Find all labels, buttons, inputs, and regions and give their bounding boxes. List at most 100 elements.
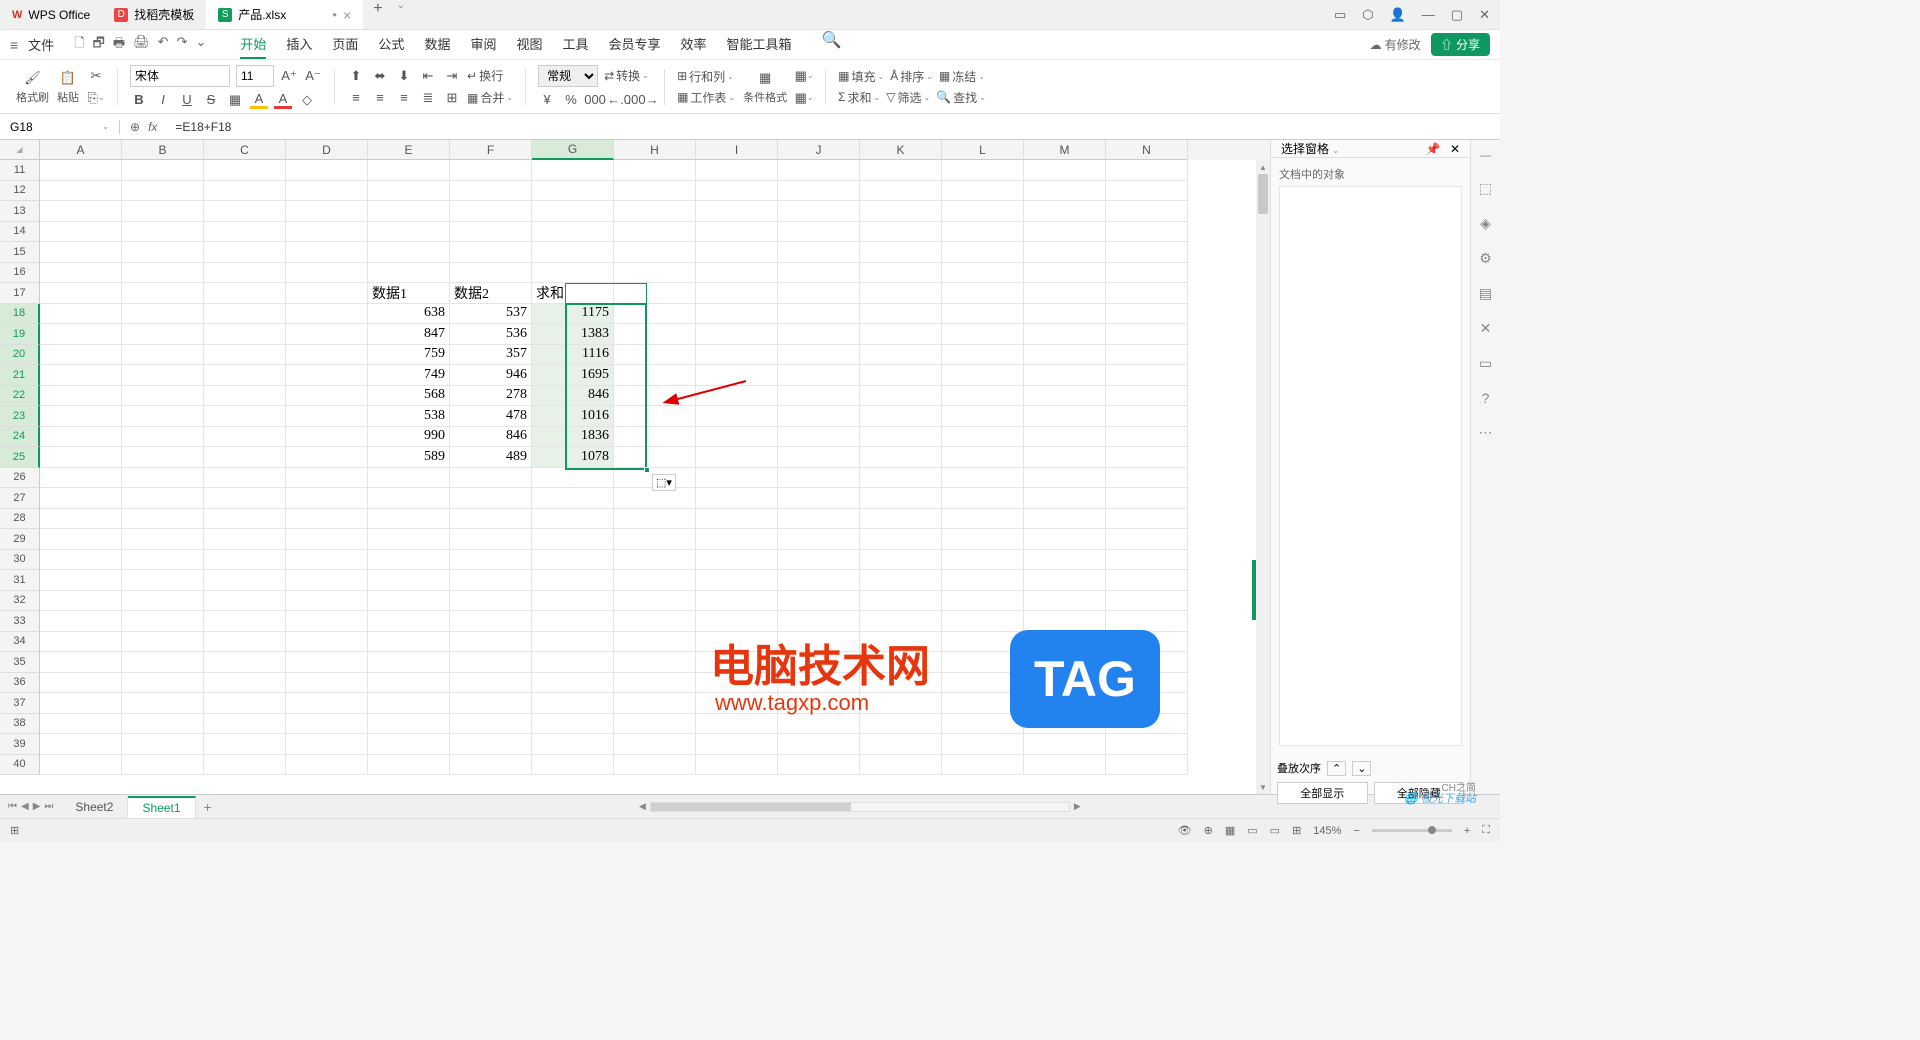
cell-G38[interactable] xyxy=(532,714,614,735)
filter-button[interactable]: ▽ 筛选⌄ xyxy=(886,89,930,106)
cell-F14[interactable] xyxy=(450,222,532,243)
cell-D29[interactable] xyxy=(286,529,368,550)
cell-E23[interactable]: 538 xyxy=(368,406,450,427)
italic-icon[interactable]: I xyxy=(154,91,172,109)
cell-G27[interactable] xyxy=(532,488,614,509)
title-tab-document[interactable]: S 产品.xlsx ● × xyxy=(206,0,363,29)
fill-options-button[interactable]: ⬚▾ xyxy=(652,474,676,491)
cell-A30[interactable] xyxy=(40,550,122,571)
cell-E30[interactable] xyxy=(368,550,450,571)
cell-G18[interactable]: 1175 xyxy=(532,304,614,325)
cell-M29[interactable] xyxy=(1024,529,1106,550)
cell-A18[interactable] xyxy=(40,304,122,325)
cell-A33[interactable] xyxy=(40,611,122,632)
cell-D23[interactable] xyxy=(286,406,368,427)
cell-D13[interactable] xyxy=(286,201,368,222)
package-icon[interactable]: ⬡ xyxy=(1362,7,1373,23)
cell-C16[interactable] xyxy=(204,263,286,284)
cell-G14[interactable] xyxy=(532,222,614,243)
tab-page[interactable]: 页面 xyxy=(332,30,358,59)
row-header-17[interactable]: 17 xyxy=(0,283,40,304)
cell-E32[interactable] xyxy=(368,591,450,612)
view-page-icon[interactable]: ▭ xyxy=(1247,824,1257,837)
cell-L23[interactable] xyxy=(942,406,1024,427)
row-header-33[interactable]: 33 xyxy=(0,611,40,632)
cell-B28[interactable] xyxy=(122,509,204,530)
cell-G36[interactable] xyxy=(532,673,614,694)
cell-A26[interactable] xyxy=(40,468,122,489)
column-header-N[interactable]: N xyxy=(1106,140,1188,160)
cell-F29[interactable] xyxy=(450,529,532,550)
view-full-icon[interactable]: ⊞ xyxy=(1292,824,1301,837)
cell-K33[interactable] xyxy=(860,611,942,632)
cell-K39[interactable] xyxy=(860,734,942,755)
cell-F24[interactable]: 846 xyxy=(450,427,532,448)
cell-E14[interactable] xyxy=(368,222,450,243)
status-mode-icon[interactable]: ⊞ xyxy=(10,824,19,837)
cell-I12[interactable] xyxy=(696,181,778,202)
close-window-icon[interactable]: ✕ xyxy=(1479,7,1490,23)
cell-L22[interactable] xyxy=(942,386,1024,407)
cell-F32[interactable] xyxy=(450,591,532,612)
cell-K21[interactable] xyxy=(860,365,942,386)
move-down-icon[interactable]: ⌄ xyxy=(1352,761,1371,776)
cell-N27[interactable] xyxy=(1106,488,1188,509)
table-style-icon[interactable]: ▦⌄ xyxy=(795,67,813,85)
cell-N22[interactable] xyxy=(1106,386,1188,407)
cell-F33[interactable] xyxy=(450,611,532,632)
cell-D11[interactable] xyxy=(286,160,368,181)
zoom-thumb[interactable] xyxy=(1428,826,1436,834)
cell-L14[interactable] xyxy=(942,222,1024,243)
cell-K20[interactable] xyxy=(860,345,942,366)
cell-H14[interactable] xyxy=(614,222,696,243)
cell-E15[interactable] xyxy=(368,242,450,263)
cell-G22[interactable]: 846 xyxy=(532,386,614,407)
indent-dec-icon[interactable]: ⇤ xyxy=(419,67,437,85)
cell-I14[interactable] xyxy=(696,222,778,243)
fx-icon[interactable]: fx xyxy=(148,120,157,134)
title-tab-template[interactable]: D 找稻壳模板 xyxy=(102,0,206,29)
row-header-39[interactable]: 39 xyxy=(0,734,40,755)
cell-M12[interactable] xyxy=(1024,181,1106,202)
cell-C21[interactable] xyxy=(204,365,286,386)
cell-G20[interactable]: 1116 xyxy=(532,345,614,366)
cell-E40[interactable] xyxy=(368,755,450,776)
cell-N13[interactable] xyxy=(1106,201,1188,222)
cell-I16[interactable] xyxy=(696,263,778,284)
cell-J11[interactable] xyxy=(778,160,860,181)
font-name-select[interactable] xyxy=(130,65,230,87)
cell-E13[interactable] xyxy=(368,201,450,222)
cell-B22[interactable] xyxy=(122,386,204,407)
cell-B31[interactable] xyxy=(122,570,204,591)
objects-list[interactable] xyxy=(1279,186,1462,746)
cell-B40[interactable] xyxy=(122,755,204,776)
cell-D33[interactable] xyxy=(286,611,368,632)
cell-B34[interactable] xyxy=(122,632,204,653)
tab-smart-toolbox[interactable]: 智能工具箱 xyxy=(727,30,792,59)
cell-B25[interactable] xyxy=(122,447,204,468)
column-header-D[interactable]: D xyxy=(286,140,368,160)
sort-button[interactable]: Å 排序⌄ xyxy=(890,68,933,85)
row-header-37[interactable]: 37 xyxy=(0,693,40,714)
cell-K17[interactable] xyxy=(860,283,942,304)
cell-F15[interactable] xyxy=(450,242,532,263)
cell-E35[interactable] xyxy=(368,652,450,673)
cell-I30[interactable] xyxy=(696,550,778,571)
cell-I20[interactable] xyxy=(696,345,778,366)
cell-F39[interactable] xyxy=(450,734,532,755)
cell-A13[interactable] xyxy=(40,201,122,222)
tab-member[interactable]: 会员专享 xyxy=(609,30,661,59)
cell-B27[interactable] xyxy=(122,488,204,509)
distribute-icon[interactable]: ⊞ xyxy=(443,89,461,107)
cell-C37[interactable] xyxy=(204,693,286,714)
row-header-23[interactable]: 23 xyxy=(0,406,40,427)
convert-button[interactable]: ⇄ 转换⌄ xyxy=(604,67,649,84)
cell-F25[interactable]: 489 xyxy=(450,447,532,468)
align-bottom-icon[interactable]: ⬇ xyxy=(395,67,413,85)
cell-C32[interactable] xyxy=(204,591,286,612)
cell-D27[interactable] xyxy=(286,488,368,509)
cell-E11[interactable] xyxy=(368,160,450,181)
cell-B24[interactable] xyxy=(122,427,204,448)
strike-icon[interactable]: S xyxy=(202,91,220,109)
justify-icon[interactable]: ≣ xyxy=(419,89,437,107)
